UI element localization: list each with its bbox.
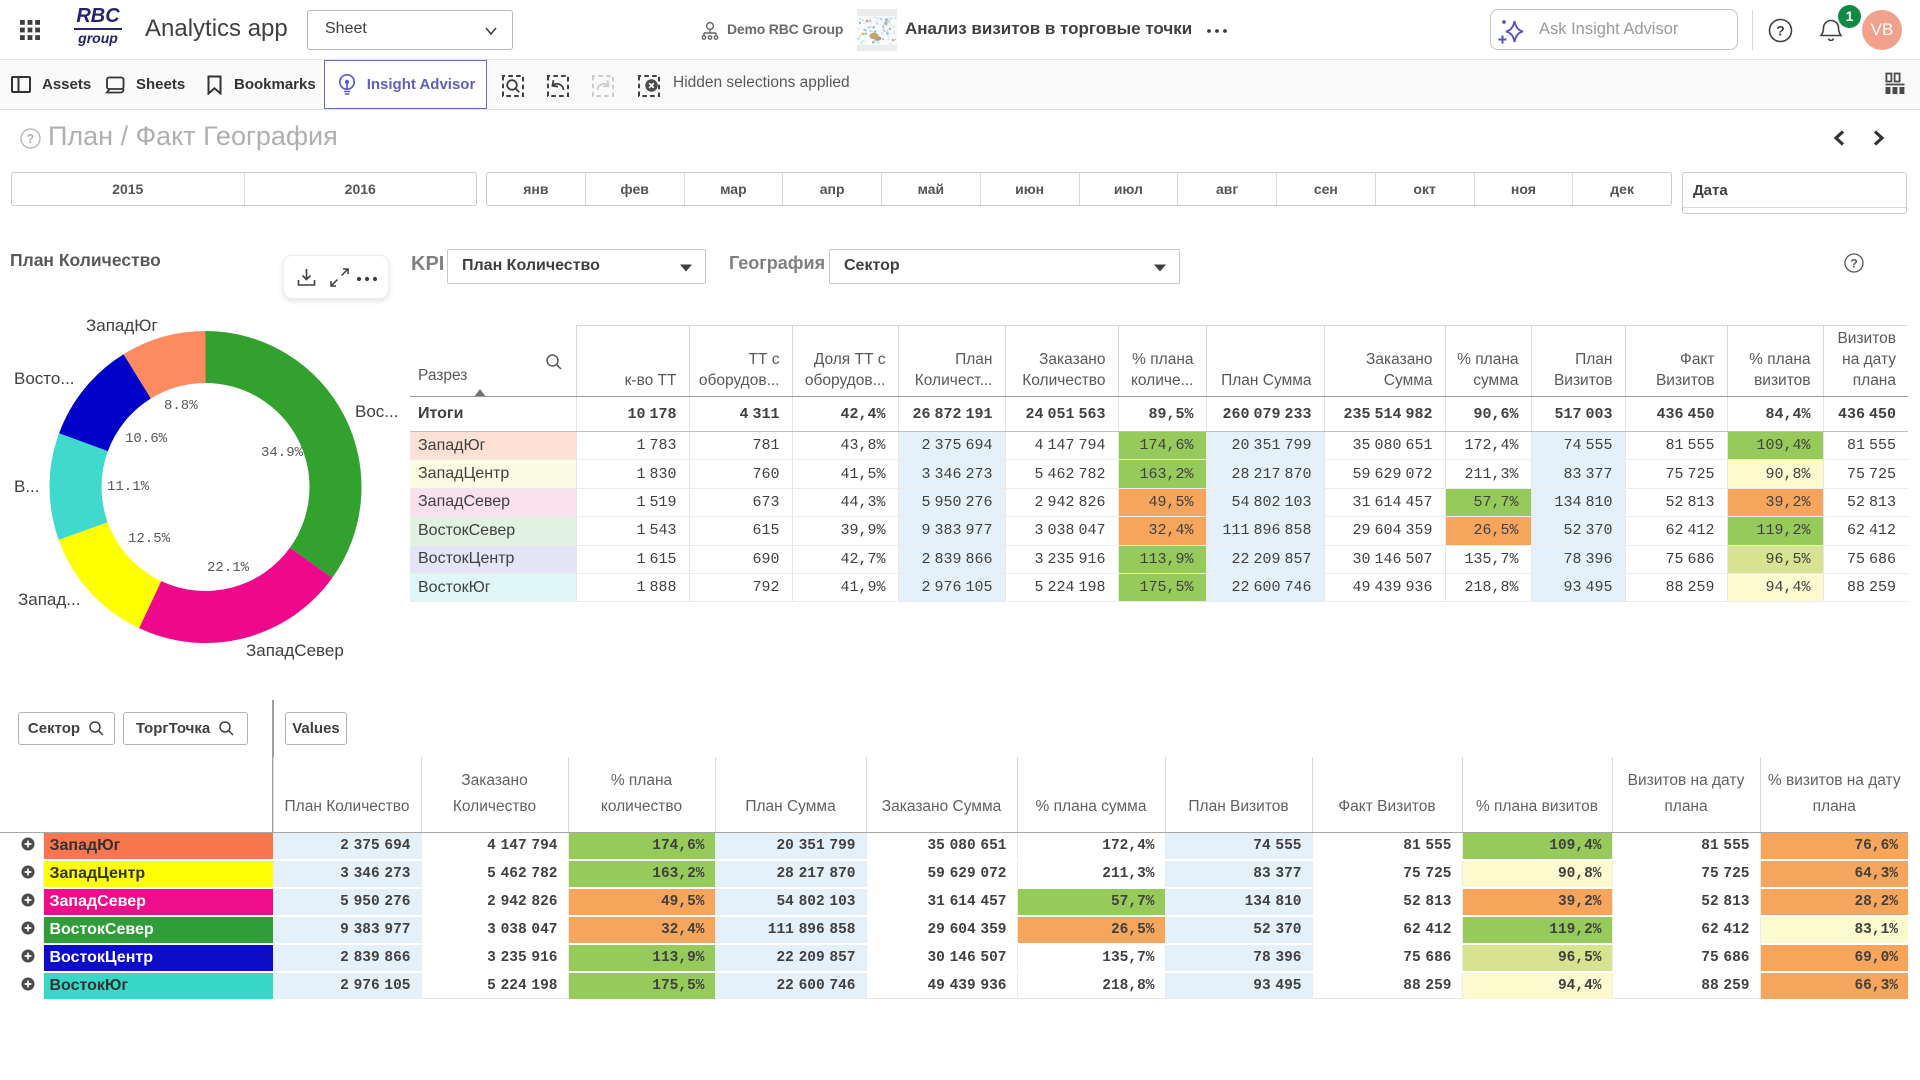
svg-text:?: ?	[1776, 23, 1785, 39]
svg-text:10.6%: 10.6%	[125, 431, 168, 447]
svg-text:Запад...: Запад...	[18, 590, 80, 609]
svg-text:34.9%: 34.9%	[261, 445, 304, 461]
svg-text:ЗападЮг: ЗападЮг	[86, 316, 158, 335]
svg-text:ЗападСевер: ЗападСевер	[246, 641, 344, 660]
svg-text:11.1%: 11.1%	[107, 479, 150, 495]
svg-text:?: ?	[1850, 257, 1857, 271]
svg-text:В...: В...	[14, 477, 40, 496]
svg-text:Восто...: Восто...	[14, 369, 75, 388]
svg-text:12.5%: 12.5%	[128, 531, 171, 547]
svg-text:Вос...: Вос...	[355, 402, 398, 421]
svg-text:8.8%: 8.8%	[164, 398, 198, 414]
svg-text:?: ?	[27, 132, 35, 146]
svg-text:22.1%: 22.1%	[207, 560, 250, 576]
